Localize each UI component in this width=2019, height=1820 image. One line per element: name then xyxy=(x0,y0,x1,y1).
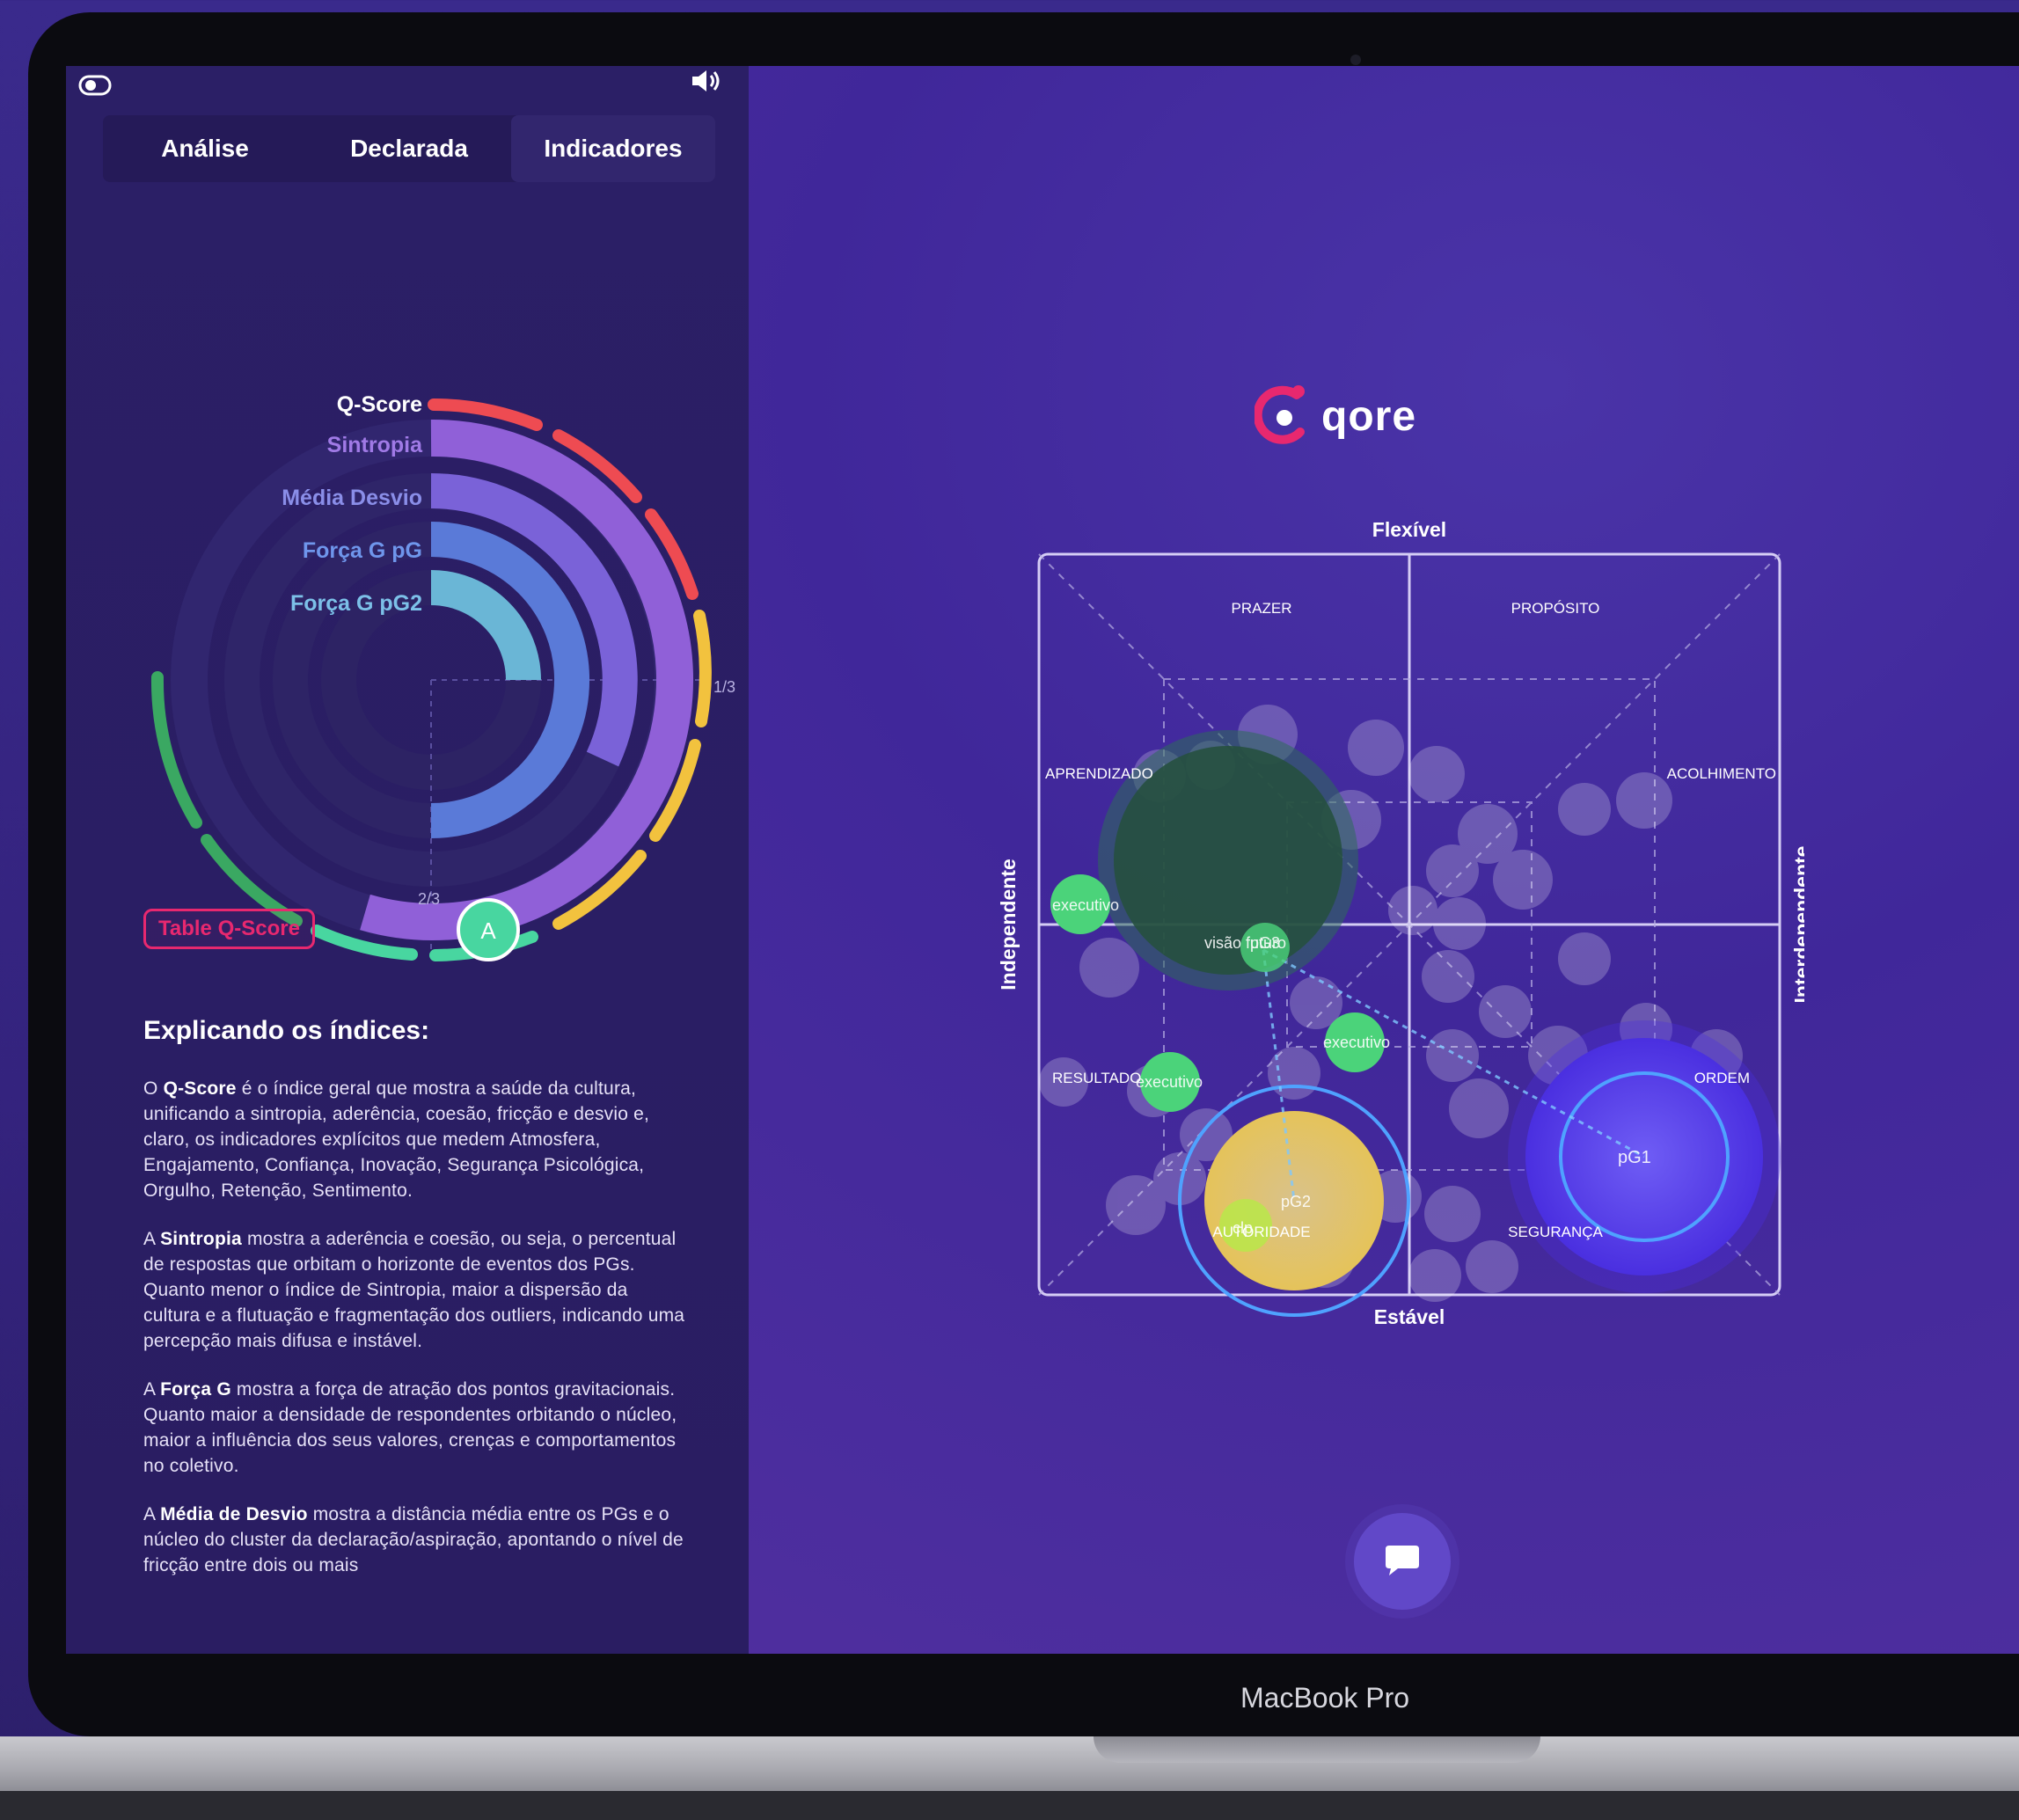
axis-label-flexivel: Flexível xyxy=(1372,518,1446,541)
explain-paragraph-media-desvio: A Média de Desvio mostra a distância méd… xyxy=(143,1502,689,1578)
axis-label-independente: Independente xyxy=(997,859,1020,990)
point-label-executivo-1: executivo xyxy=(1052,896,1119,914)
point-label-pg1: pG1 xyxy=(1618,1148,1651,1167)
quadrant-resultado: RESULTADO xyxy=(1052,1070,1141,1086)
paragraph-term: Força G xyxy=(160,1379,231,1400)
qscore-seg-4 xyxy=(693,610,712,727)
tick-two-thirds: 2/3 xyxy=(418,890,440,908)
arc-forca-pg2 xyxy=(430,570,541,681)
quadrant-proposito: PROPÓSITO xyxy=(1511,600,1600,617)
tab-indicadores[interactable]: Indicadores xyxy=(511,115,715,182)
chat-icon xyxy=(1386,1546,1419,1575)
paragraph-prefix: A xyxy=(143,1229,161,1249)
label-media-desvio: Média Desvio xyxy=(282,486,422,510)
point-label-executivo-3: executivo xyxy=(1136,1073,1203,1091)
laptop-notch xyxy=(1094,1736,1540,1763)
device-label: MacBook Pro xyxy=(1240,1682,1410,1714)
point-label-pg2: pG2 xyxy=(1281,1193,1311,1210)
table-q-score-button[interactable]: Table Q-Score xyxy=(143,909,315,949)
label-sintropia: Sintropia xyxy=(327,433,423,457)
axis-label-estavel: Estável xyxy=(1374,1305,1445,1328)
qore-logo-icon xyxy=(1255,385,1305,444)
tick-one-third: 1/3 xyxy=(713,678,735,696)
point-label-pg3: pG3 xyxy=(1250,934,1280,952)
label-q-score: Q-Score xyxy=(337,392,422,417)
explain-paragraph-qscore: O Q-Score é o índice geral que mostra a … xyxy=(143,1076,689,1203)
chat-button[interactable] xyxy=(1354,1513,1451,1610)
qore-logo-text: qore xyxy=(1321,392,1417,440)
speaker-icon[interactable] xyxy=(689,68,724,102)
quadrant-aprendizado: APRENDIZADO xyxy=(1045,765,1153,782)
quadrant-seguranca: SEGURANÇA xyxy=(1508,1224,1603,1240)
paragraph-prefix: O xyxy=(143,1078,164,1099)
point-label-executivo-2: executivo xyxy=(1323,1034,1390,1051)
paragraph-prefix: A xyxy=(143,1379,161,1400)
tab-analise[interactable]: Análise xyxy=(103,115,307,182)
tab-bar: Análise Declarada Indicadores xyxy=(103,115,715,182)
quadrant-prazer: PRAZER xyxy=(1232,600,1292,617)
paragraph-term: Q-Score xyxy=(163,1078,237,1099)
laptop-base-shadow xyxy=(0,1791,2019,1820)
culture-matrix: executivo visão futuro pG3 executivo exe… xyxy=(997,518,1804,1328)
tab-declarada[interactable]: Declarada xyxy=(307,115,511,182)
explain-title: Explicando os índices: xyxy=(143,1016,430,1045)
quadrant-autoridade: AUTORIDADE xyxy=(1212,1224,1310,1240)
camera-dot xyxy=(1350,55,1361,65)
quadrant-ordem: ORDEM xyxy=(1694,1070,1750,1086)
right-area: qore executivo visão futuro pG3 executiv… xyxy=(749,66,2019,1654)
explain-paragraph-sintropia: A Sintropia mostra a aderência e coesão,… xyxy=(143,1226,689,1354)
explain-section: Explicando os índices: O Q-Score é o índ… xyxy=(143,1016,689,1601)
left-panel: Análise Declarada Indicadores Q-Score Si… xyxy=(66,66,749,1654)
label-forca-pg: Força G pG xyxy=(303,538,422,563)
radial-score-chart: Q-Score Sintropia Média Desvio Força G p… xyxy=(150,392,735,961)
quadrant-acolhimento: ACOLHIMENTO xyxy=(1667,765,1776,782)
label-forca-pg2: Força G pG2 xyxy=(290,591,422,616)
qore-logo: qore xyxy=(1255,383,1416,450)
explain-paragraph-forca-g: A Força G mostra a força de atração dos … xyxy=(143,1377,689,1479)
score-marker-label: A xyxy=(480,917,496,944)
app-screen: Análise Declarada Indicadores Q-Score Si… xyxy=(66,66,2019,1654)
paragraph-term: Sintropia xyxy=(160,1229,242,1249)
paragraph-prefix: A xyxy=(143,1504,161,1524)
toggle-icon[interactable] xyxy=(78,69,113,104)
axis-label-interdependente: Interdependente xyxy=(1790,846,1804,1004)
paragraph-term: Média de Desvio xyxy=(160,1504,308,1524)
